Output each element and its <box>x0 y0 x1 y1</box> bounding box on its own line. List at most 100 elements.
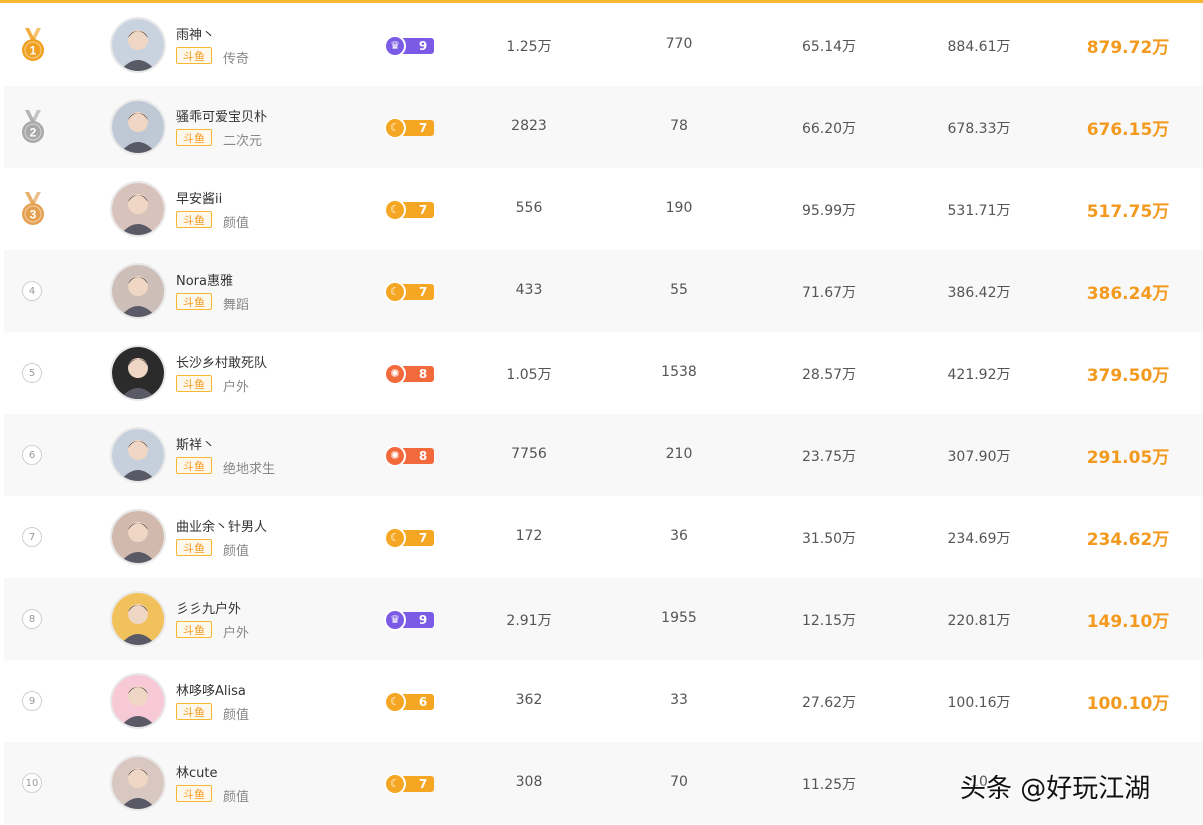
stat-value-4: 307.90万 <box>947 449 1011 465</box>
streamer-name[interactable]: 骚乖可爱宝贝朴 <box>176 106 267 125</box>
avatar[interactable] <box>110 17 166 73</box>
level-icon: ☾ <box>384 199 406 221</box>
level-number: 7 <box>418 121 428 135</box>
stat-value-4: 884.61万 <box>947 39 1011 55</box>
streamer-name[interactable]: 斯祥丶 <box>176 434 215 453</box>
table-row[interactable]: 9 林哆哆Alisa 斗鱼 颜值 ☾ 6 362 33 27.62万 100.16万 100.10万 <box>4 660 1203 742</box>
ranking-page: 1 雨神丶 斗鱼 传奇 ♛ 9 1.25万 770 65.14万 884.61万 879.72万 2 骚… <box>0 0 1203 825</box>
avatar[interactable] <box>110 263 166 319</box>
table-row[interactable]: 8 彡彡九户外斗鱼 户外 ♛ 9 2.91万 1955 12.15万 220.81万 149.10… <box>4 578 1203 660</box>
table-row[interactable]: 5 长沙乡村敢死队 斗鱼 户外 ✺ 8 1.05万 1538 28.57万 421.92万 379.… <box>4 332 1203 414</box>
level-icon: ♛ <box>384 35 406 57</box>
stat-value-1: 2.91万 <box>506 613 552 629</box>
avatar[interactable] <box>110 427 166 483</box>
rank-number: 1 <box>30 44 37 58</box>
table-row[interactable]: 2 骚乖可爱宝贝朴 斗鱼 二次元 ☾ 7 2823 78 66.20万 678.33万 676.15… <box>4 86 1203 168</box>
table-row[interactable]: 3 早安酱ii 斗鱼 颜值 ☾ 7 556 190 95.99万 531.71万 517.75万 <box>4 168 1203 250</box>
level-badge: ☾ 7 <box>384 527 434 549</box>
level-badge: ☾ 7 <box>384 773 434 795</box>
avatar[interactable] <box>110 509 166 565</box>
stat-value-3: 95.99万 <box>801 203 857 219</box>
level-badge: ☾ 7 <box>384 281 434 303</box>
stat-value-1: 1.05万 <box>506 367 552 383</box>
table-row[interactable]: 7 曲业余丶针男人 斗鱼 颜值 ☾ 7 172 36 31.50万 234.69万 234.62万 <box>4 496 1203 578</box>
rank-number: 6 <box>22 445 42 465</box>
stat-value-4: 234.69万 <box>947 531 1011 547</box>
table-row[interactable]: 6 斯祥丶 斗鱼 绝地求生 ✺ 8 7756 210 23.75万 307.90万 291.05万 <box>4 414 1203 496</box>
stat-value-4: 678.33万 <box>947 121 1011 137</box>
table-row[interactable]: 1 雨神丶 斗鱼 传奇 ♛ 9 1.25万 770 65.14万 884.61万 879.72万 <box>4 4 1203 86</box>
level-icon: ☾ <box>384 117 406 139</box>
stat-value-1: 556 <box>515 200 543 216</box>
platform-badge: 斗鱼 <box>176 211 212 228</box>
avatar[interactable] <box>110 673 166 729</box>
level-number: 6 <box>418 695 428 709</box>
platform-badge: 斗鱼 <box>176 457 212 474</box>
stat-value-3: 11.25万 <box>801 777 857 793</box>
category-label: 颜值 <box>223 544 250 559</box>
level-badge: ☾ 6 <box>384 691 434 713</box>
stat-value-4: 386.42万 <box>947 285 1011 301</box>
platform-badge: 斗鱼 <box>176 621 212 638</box>
stat-value-2: 55 <box>670 282 688 298</box>
rank-medal-icon: 2 <box>20 110 46 144</box>
level-icon: ✺ <box>384 445 406 467</box>
level-number: 9 <box>418 613 428 627</box>
stat-value-2: 78 <box>670 118 688 134</box>
rank-number: 4 <box>22 281 42 301</box>
stat-value-2: 1955 <box>661 610 697 626</box>
streamer-name[interactable]: 林哆哆Alisa <box>176 680 246 699</box>
level-number: 8 <box>418 367 428 381</box>
streamer-name[interactable]: 雨神丶 <box>176 24 215 43</box>
streamer-name[interactable]: 曲业余丶针男人 <box>176 516 267 535</box>
platform-badge: 斗鱼 <box>176 129 212 146</box>
stat-value-3: 23.75万 <box>801 449 857 465</box>
avatar[interactable] <box>110 591 166 647</box>
category-label: 户外 <box>223 626 250 641</box>
stat-value-4: 220.81万 <box>947 613 1011 629</box>
level-number: 7 <box>418 285 428 299</box>
level-badge: ♛ 9 <box>384 609 434 631</box>
stat-value-1: 172 <box>515 528 543 544</box>
avatar[interactable] <box>110 755 166 811</box>
score-value: 386.24万 <box>1086 284 1170 304</box>
rank-number: 2 <box>30 126 37 140</box>
watermark: 头条 @好玩江湖 <box>960 774 1151 804</box>
score-value: 149.10万 <box>1086 612 1170 632</box>
level-icon: ☾ <box>384 281 406 303</box>
platform-badge: 斗鱼 <box>176 375 212 392</box>
level-number: 7 <box>418 531 428 545</box>
category-label: 户外 <box>223 380 250 395</box>
rank-number: 5 <box>22 363 42 383</box>
rank-medal-icon: 1 <box>20 28 46 62</box>
top-accent-line <box>0 0 1203 3</box>
level-icon: ☾ <box>384 691 406 713</box>
score-value: 100.10万 <box>1086 694 1170 714</box>
level-icon: ✺ <box>384 363 406 385</box>
avatar[interactable] <box>110 181 166 237</box>
stat-value-1: 362 <box>515 692 543 708</box>
streamer-name[interactable]: 长沙乡村敢死队 <box>176 352 267 371</box>
stat-value-3: 12.15万 <box>801 613 857 629</box>
level-icon: ☾ <box>384 773 406 795</box>
streamer-name[interactable]: 早安酱ii <box>176 188 222 207</box>
platform-badge: 斗鱼 <box>176 293 212 310</box>
stat-value-1: 1.25万 <box>506 39 552 55</box>
avatar[interactable] <box>110 99 166 155</box>
rank-medal-icon: 3 <box>20 192 46 226</box>
rank-number: 8 <box>22 609 42 629</box>
streamer-name[interactable]: 林cute <box>176 762 217 781</box>
score-value: 517.75万 <box>1086 202 1170 222</box>
streamer-name[interactable]: 彡彡九户外 <box>176 598 241 617</box>
rank-number: 9 <box>22 691 42 711</box>
table-row[interactable]: 4 Nora惠雅 斗鱼 舞蹈 ☾ 7 433 55 71.67万 386.42万 386.24万 <box>4 250 1203 332</box>
platform-badge: 斗鱼 <box>176 539 212 556</box>
category-label: 绝地求生 <box>223 462 276 477</box>
rank-number: 7 <box>22 527 42 547</box>
avatar[interactable] <box>110 345 166 401</box>
streamer-name[interactable]: Nora惠雅 <box>176 270 233 289</box>
stat-value-1: 308 <box>515 774 543 790</box>
platform-badge: 斗鱼 <box>176 703 212 720</box>
rank-number: 3 <box>30 208 37 222</box>
stat-value-2: 33 <box>670 692 688 708</box>
